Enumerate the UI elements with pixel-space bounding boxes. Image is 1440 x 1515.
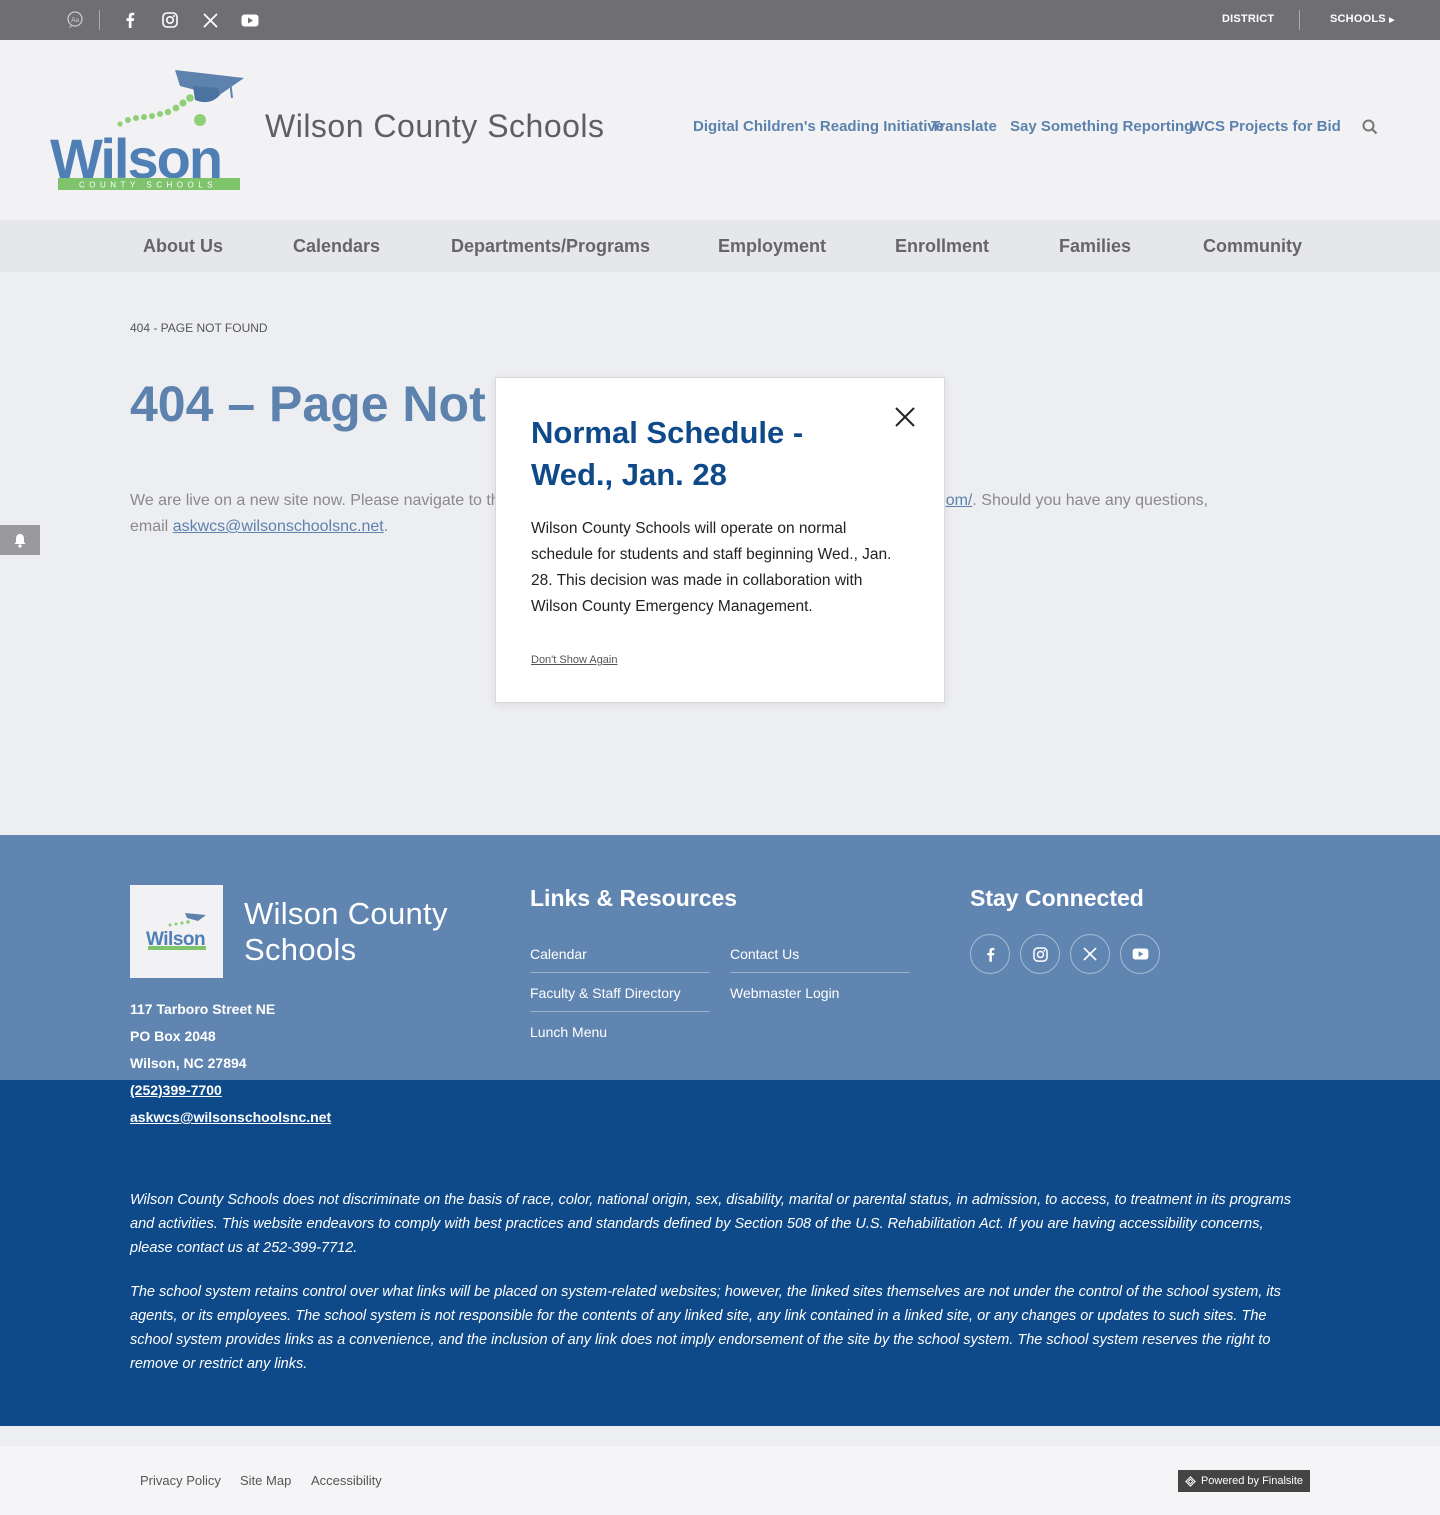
links-disclaimer: The school system retains control over w…	[130, 1284, 1281, 1372]
links-resources-heading: Links & Resources	[530, 885, 738, 911]
nav-departments-programs[interactable]: Departments/Programs	[451, 236, 650, 257]
footer-email-link[interactable]: askwcs@wilsonschoolsnc.net	[130, 1109, 331, 1125]
contact-email-link[interactable]: askwcs@wilsonschoolsnc.net	[173, 518, 384, 535]
breadcrumb: 404 - PAGE NOT FOUND	[130, 321, 268, 335]
nav-employment[interactable]: Employment	[718, 236, 826, 257]
email-prefix: email	[130, 518, 173, 535]
divider	[1299, 10, 1300, 30]
nav-enrollment[interactable]: Enrollment	[895, 236, 989, 257]
dont-show-again-link[interactable]: Don't Show Again	[531, 654, 618, 666]
footer-link-staff-directory[interactable]: Faculty & Staff Directory	[530, 985, 710, 1012]
x-twitter-icon[interactable]	[200, 10, 220, 30]
caret-right-icon: ▶	[1389, 17, 1395, 24]
footer-youtube-icon[interactable]	[1120, 934, 1160, 974]
quick-link-reading-initiative[interactable]: Digital Children's Reading Initiative	[693, 118, 944, 135]
close-icon[interactable]	[893, 405, 917, 429]
bell-icon	[14, 533, 26, 548]
page-title: 404 – Page Not	[130, 376, 486, 432]
district-link[interactable]: DISTRICT	[1222, 13, 1274, 25]
nav-about-us[interactable]: About Us	[143, 236, 223, 257]
site-title[interactable]: Wilson County Schools	[265, 108, 605, 145]
footer-logo-graphic: Wilson	[146, 913, 206, 950]
address-line: PO Box 2048	[130, 1028, 216, 1044]
nav-families[interactable]: Families	[1059, 236, 1131, 257]
search-icon[interactable]	[1362, 119, 1378, 140]
modal-body: Wilson County Schools will operate on no…	[531, 520, 892, 615]
site-map-link[interactable]: Site Map	[240, 1473, 291, 1488]
footer-logo[interactable]: Wilson	[130, 885, 223, 978]
logo-graphic: Wilson COUNTY SCHOOLS	[50, 70, 244, 190]
footer-site-name: Wilson County Schools	[244, 896, 448, 967]
schools-dropdown[interactable]: SCHOOLS ▶	[1330, 13, 1395, 25]
finalsite-icon	[1185, 1475, 1196, 1487]
footer-instagram-icon[interactable]	[1020, 934, 1060, 974]
nondiscrimination-statement: Wilson County Schools does not discrimin…	[130, 1192, 1291, 1256]
email-suffix: .	[383, 518, 389, 535]
quick-link-translate[interactable]: Translate	[931, 118, 997, 135]
footer-phone-link[interactable]: (252)399-7700	[130, 1082, 222, 1098]
address-line: Wilson, NC 27894	[130, 1055, 247, 1071]
footer-facebook-icon[interactable]	[970, 934, 1010, 974]
body-text-start: We are live on a new site now. Please na…	[130, 492, 500, 509]
instagram-icon[interactable]	[160, 10, 180, 30]
nav-community[interactable]: Community	[1203, 236, 1302, 257]
schools-label: SCHOOLS	[1330, 13, 1386, 25]
nav-calendars[interactable]: Calendars	[293, 236, 380, 257]
powered-by-label: Powered by Finalsite	[1200, 1475, 1304, 1487]
utility-bar: Aa DISTRICT SCHOOLS ▶	[0, 0, 1440, 40]
privacy-policy-link[interactable]: Privacy Policy	[140, 1473, 221, 1488]
quick-link-say-something[interactable]: Say Something Reporting	[1010, 118, 1193, 135]
footer-link-lunch-menu[interactable]: Lunch Menu	[530, 1024, 710, 1050]
site-logo[interactable]: Wilson COUNTY SCHOOLS	[50, 68, 245, 192]
address-line: 117 Tarboro Street NE	[130, 1001, 276, 1017]
modal-title: Normal Schedule - Wed., Jan. 28	[531, 415, 804, 492]
powered-by-finalsite-badge[interactable]: Powered by Finalsite	[1178, 1470, 1310, 1492]
notifications-tab[interactable]	[0, 525, 40, 555]
svg-text:a: a	[76, 17, 80, 24]
translate-icon[interactable]: Aa	[65, 10, 85, 30]
new-site-link[interactable]: om/	[946, 492, 973, 509]
footer-link-calendar[interactable]: Calendar	[530, 946, 710, 973]
svg-text:COUNTY SCHOOLS: COUNTY SCHOOLS	[79, 181, 217, 190]
body-text-end: . Should you have any questions,	[972, 492, 1209, 509]
footer-x-twitter-icon[interactable]	[1070, 934, 1110, 974]
accessibility-link[interactable]: Accessibility	[311, 1473, 382, 1488]
divider	[99, 10, 100, 30]
footer-link-webmaster-login[interactable]: Webmaster Login	[730, 985, 910, 1011]
footer-link-contact-us[interactable]: Contact Us	[730, 946, 910, 973]
youtube-icon[interactable]	[240, 10, 260, 30]
quick-link-projects-for-bid[interactable]: WCS Projects for Bid	[1190, 118, 1341, 135]
stay-connected-heading: Stay Connected	[970, 885, 1144, 911]
facebook-icon[interactable]	[120, 10, 140, 30]
